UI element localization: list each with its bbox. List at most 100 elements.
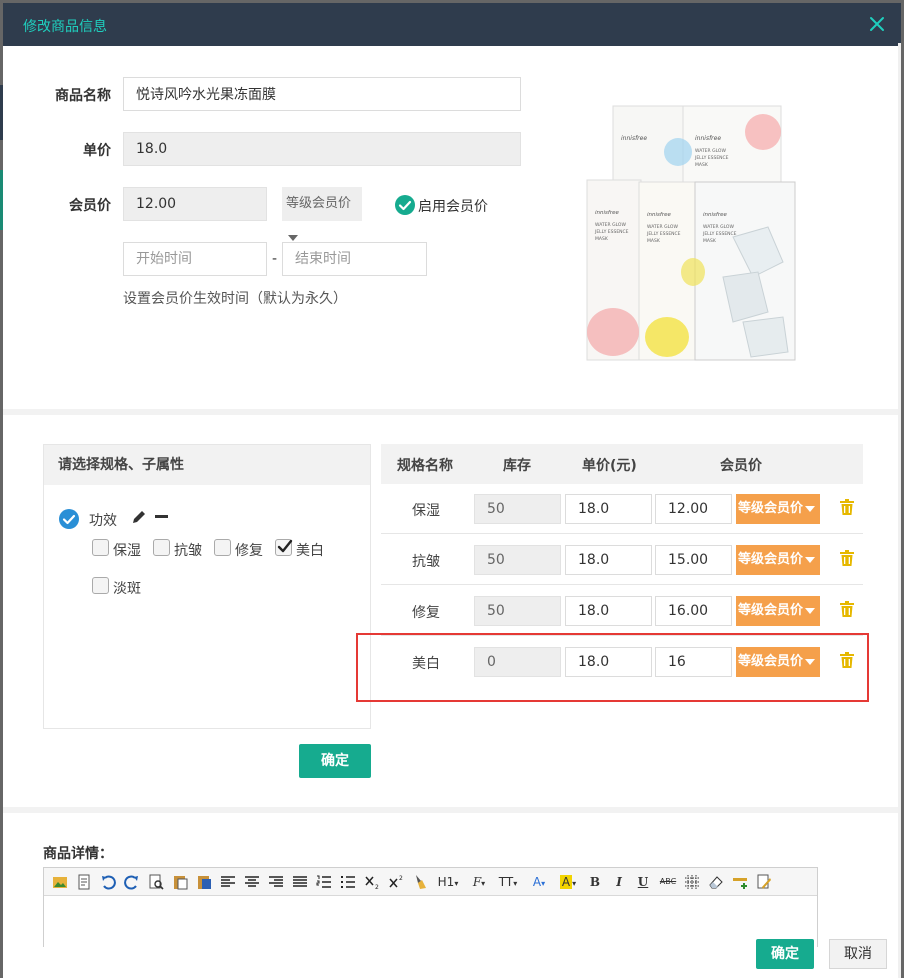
check-circle-icon[interactable] bbox=[59, 509, 79, 529]
svg-text:2: 2 bbox=[375, 884, 379, 891]
svg-text:2: 2 bbox=[399, 875, 403, 882]
trash-icon[interactable] bbox=[840, 499, 854, 515]
checkbox-meibai[interactable] bbox=[275, 539, 293, 556]
checkbox-xiufu[interactable] bbox=[214, 539, 231, 556]
level-member-price-select[interactable]: 等级会员价 bbox=[282, 187, 362, 241]
align-left-icon[interactable] bbox=[220, 873, 236, 891]
spec-confirm-button[interactable]: 确定 bbox=[299, 744, 371, 778]
superscript-icon[interactable]: 2 bbox=[388, 873, 404, 891]
format-brush-icon[interactable] bbox=[412, 873, 428, 891]
brand-text: innisfree bbox=[621, 135, 647, 142]
validity-hint: 设置会员价生效时间（默认为永久） bbox=[123, 291, 347, 307]
brand-text: innisfree bbox=[703, 212, 727, 218]
rich-text-editor[interactable]: 2 2 H1▾ F▾ TT▾ A▾ A ▾ B I U ABC bbox=[43, 867, 818, 947]
row-stock-input[interactable]: 50 bbox=[474, 596, 561, 626]
highlight-box bbox=[356, 633, 869, 702]
checkbox-kangzhou[interactable] bbox=[153, 539, 170, 556]
minus-icon[interactable] bbox=[155, 515, 168, 519]
template-icon[interactable] bbox=[76, 873, 92, 891]
redo-icon[interactable] bbox=[124, 873, 140, 891]
product-line-text: MASK bbox=[647, 238, 661, 244]
brand-text: innisfree bbox=[695, 135, 721, 142]
row-price-input[interactable]: 18.0 bbox=[565, 545, 652, 575]
cancel-button[interactable]: 取消 bbox=[829, 939, 887, 969]
product-line-text: MASK bbox=[595, 236, 609, 242]
ordered-list-icon[interactable] bbox=[316, 873, 332, 891]
start-time-input[interactable] bbox=[123, 242, 267, 276]
unit-price-input[interactable] bbox=[123, 132, 521, 166]
row-member-price-input[interactable]: 12.00 bbox=[655, 494, 732, 524]
align-justify-icon[interactable] bbox=[292, 873, 308, 891]
col-header-unit-price: 单价(元) bbox=[582, 458, 637, 474]
underline-button[interactable]: U bbox=[636, 873, 650, 891]
checkbox-label: 修复 bbox=[235, 543, 263, 559]
align-center-icon[interactable] bbox=[244, 873, 260, 891]
row-level-price-button[interactable]: 等级会员价 bbox=[736, 545, 820, 575]
edit-product-dialog: 修改商品信息 商品名称 单价 会员价 等级会员价 启用会员价 - 设置会员价生效… bbox=[3, 3, 901, 978]
row-member-price-input[interactable]: 16.00 bbox=[655, 596, 732, 626]
bg-color-button[interactable]: A ▾ bbox=[556, 873, 580, 891]
product-line-text: JELLY ESSENCE bbox=[646, 231, 681, 237]
enable-member-price-label: 启用会员价 bbox=[418, 199, 488, 215]
member-price-label: 会员价 bbox=[69, 198, 111, 214]
scrollbar[interactable] bbox=[898, 43, 901, 978]
product-name-input[interactable] bbox=[123, 77, 521, 111]
product-line-text: WATER GLOW bbox=[695, 148, 726, 154]
product-image: innisfree innisfree WATER GLOW JELLY ESS… bbox=[586, 105, 796, 361]
dialog-title: 修改商品信息 bbox=[23, 19, 107, 35]
check-circle-icon[interactable] bbox=[395, 195, 415, 215]
bold-button[interactable]: B bbox=[588, 873, 602, 891]
spec-table-header: 规格名称 库存 单价(元) 会员价 bbox=[381, 444, 863, 484]
row-stock-input[interactable]: 50 bbox=[474, 494, 561, 524]
product-line-text: WATER GLOW bbox=[595, 222, 626, 228]
insert-image-icon[interactable] bbox=[52, 873, 68, 891]
align-right-icon[interactable] bbox=[268, 873, 284, 891]
italic-button[interactable]: I bbox=[612, 873, 626, 891]
row-price-input[interactable]: 18.0 bbox=[565, 494, 652, 524]
checkbox-label: 淡斑 bbox=[113, 581, 141, 597]
subscript-icon[interactable]: 2 bbox=[364, 873, 380, 891]
chevron-down-icon bbox=[805, 505, 816, 512]
checkbox-label: 美白 bbox=[296, 543, 324, 559]
chevron-down-icon bbox=[805, 607, 816, 614]
row-level-price-button[interactable]: 等级会员价 bbox=[736, 494, 820, 524]
undo-icon[interactable] bbox=[100, 873, 116, 891]
table-icon[interactable] bbox=[684, 873, 700, 891]
unordered-list-icon[interactable] bbox=[340, 873, 356, 891]
heading-button[interactable]: H1▾ bbox=[436, 873, 460, 891]
strikethrough-button[interactable]: ABC bbox=[658, 873, 678, 891]
chevron-down-icon: ▾ bbox=[481, 879, 486, 888]
font-size-button[interactable]: TT▾ bbox=[496, 873, 520, 891]
row-stock-input[interactable]: 50 bbox=[474, 545, 561, 575]
eraser-icon[interactable] bbox=[708, 873, 724, 891]
chevron-down-icon bbox=[288, 234, 298, 241]
close-icon[interactable] bbox=[867, 14, 887, 34]
product-line-text: WATER GLOW bbox=[703, 224, 734, 230]
source-edit-icon[interactable] bbox=[756, 873, 772, 891]
col-header-spec-name: 规格名称 bbox=[397, 458, 453, 474]
pencil-icon[interactable] bbox=[131, 509, 147, 525]
trash-icon[interactable] bbox=[840, 601, 854, 617]
checkbox-baoshi[interactable] bbox=[92, 539, 109, 556]
ok-button[interactable]: 确定 bbox=[756, 939, 814, 969]
size-label: TT bbox=[498, 875, 514, 889]
paste-word-icon[interactable] bbox=[196, 873, 212, 891]
font-color-label: A bbox=[532, 875, 542, 889]
checkbox-danban[interactable] bbox=[92, 577, 109, 594]
product-line-text: MASK bbox=[695, 162, 709, 168]
font-family-button[interactable]: F▾ bbox=[468, 873, 490, 891]
row-divider bbox=[381, 584, 863, 585]
chevron-down-icon: ▾ bbox=[541, 879, 546, 888]
end-time-input[interactable] bbox=[282, 242, 427, 276]
font-color-button[interactable]: A▾ bbox=[528, 873, 550, 891]
paste-icon[interactable] bbox=[172, 873, 188, 891]
row-member-price-input[interactable]: 15.00 bbox=[655, 545, 732, 575]
row-price-input[interactable]: 18.0 bbox=[565, 596, 652, 626]
level-button-label: 等级会员价 bbox=[738, 501, 804, 516]
preview-icon[interactable] bbox=[148, 873, 164, 891]
trash-icon[interactable] bbox=[840, 550, 854, 566]
insert-line-icon[interactable] bbox=[732, 873, 750, 891]
member-price-input[interactable] bbox=[123, 187, 267, 221]
col-header-member-price: 会员价 bbox=[720, 458, 762, 474]
row-level-price-button[interactable]: 等级会员价 bbox=[736, 596, 820, 626]
